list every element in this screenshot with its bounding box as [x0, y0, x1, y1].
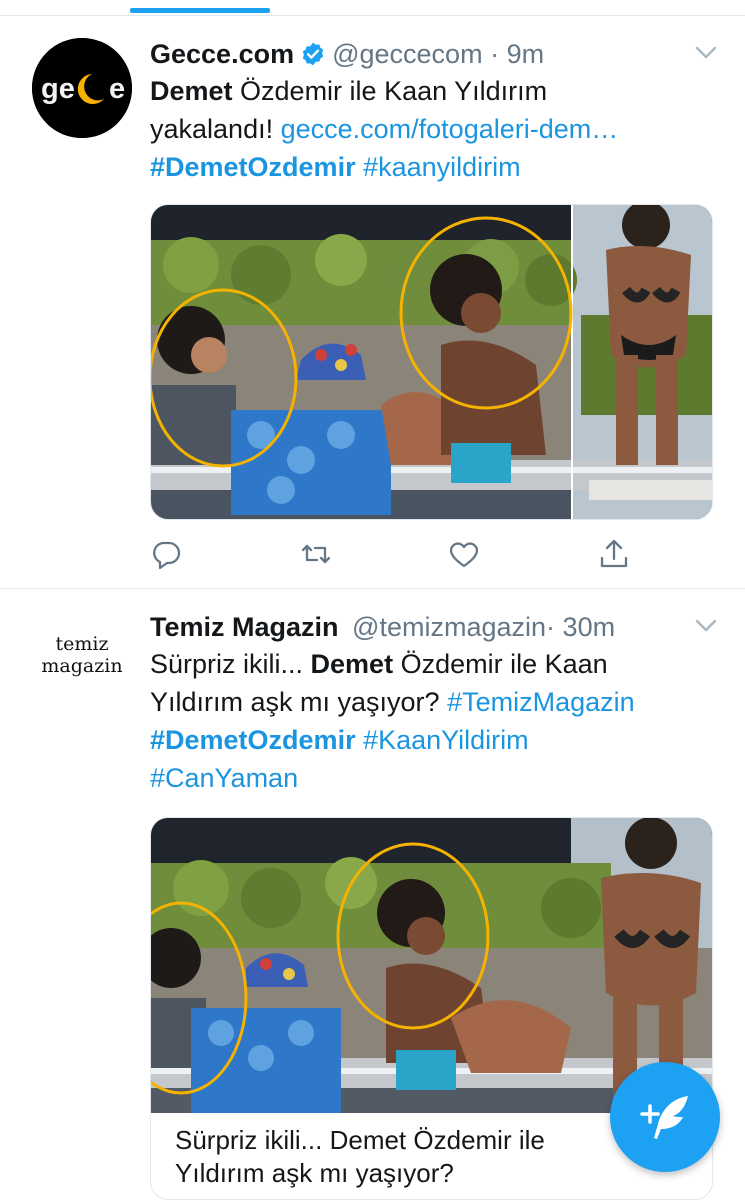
- handle[interactable]: @temizmagazin: [352, 612, 546, 642]
- gecce-logo-icon: ge e: [32, 38, 132, 138]
- text-segment: Özdemir ile Kaan: [393, 649, 608, 679]
- timeline: ge e Gecce.com @geccecom · 9m Demet Özdem…: [0, 0, 745, 1200]
- hashtag-link[interactable]: #kaanyildirim: [356, 152, 521, 182]
- url-link[interactable]: gecce.com/fotogaleri-dem…: [281, 114, 619, 144]
- tweet-text: Sürpriz ikili... Demet Özdemir ile Kaan …: [150, 645, 725, 797]
- text-segment: Sürpriz ikili...: [150, 649, 311, 679]
- svg-text:e: e: [109, 73, 125, 105]
- tweet-text-line: #CanYaman: [150, 759, 725, 797]
- mention-text: Demet: [150, 76, 233, 106]
- hashtag-link[interactable]: #DemetOzdemir: [150, 152, 356, 182]
- tweet-text-line: #DemetOzdemir #kaanyildirim: [150, 148, 725, 186]
- temiz-magazin-logo: temiz magazin: [32, 633, 132, 677]
- tweet-text-line: Yıldırım aşk mı yaşıyor? #TemizMagazin: [150, 683, 725, 721]
- chevron-down-icon[interactable]: [695, 619, 717, 633]
- handle[interactable]: @geccecom: [332, 39, 482, 69]
- mention-text: Demet: [310, 649, 394, 679]
- text-segment: yakalandı!: [150, 114, 281, 144]
- hashtag-link[interactable]: #TemizMagazin: [447, 687, 635, 717]
- avatar[interactable]: ge e: [32, 38, 132, 138]
- like-icon[interactable]: [448, 538, 480, 570]
- tweet-actions: [150, 538, 650, 570]
- tweet-header: Gecce.com @geccecom · 9m: [150, 36, 725, 72]
- retweet-icon[interactable]: [300, 538, 332, 570]
- verified-badge-icon: [302, 42, 324, 66]
- text-segment: Yıldırım aşk mı yaşıyor?: [150, 687, 448, 717]
- chevron-down-icon[interactable]: [695, 46, 717, 60]
- timestamp[interactable]: 9m: [507, 39, 545, 69]
- tweet-text: Demet Özdemir ile Kaan Yıldırım yakaland…: [150, 72, 725, 186]
- active-tab-indicator: [130, 8, 270, 13]
- tweet-header: Temiz Magazin @temizmagazin· 30m: [150, 609, 725, 645]
- hashtag-link[interactable]: #KaanYildirim: [356, 725, 529, 755]
- svg-text:ge: ge: [41, 73, 75, 105]
- separator-dot: ·: [546, 612, 556, 642]
- photo-image: [151, 205, 712, 519]
- display-name[interactable]: Temiz Magazin: [150, 612, 339, 642]
- logo-text: temiz: [55, 633, 109, 655]
- tweet-text-line: Demet Özdemir ile Kaan Yıldırım: [150, 72, 725, 110]
- tweet-photo[interactable]: [150, 204, 713, 520]
- tweet-text-line: yakalandı! gecce.com/fotogaleri-dem…: [150, 110, 725, 148]
- separator-dot: ·: [490, 39, 500, 69]
- share-icon[interactable]: [598, 538, 630, 570]
- hashtag-link[interactable]: #DemetOzdemir: [150, 725, 356, 755]
- compose-tweet-icon: [640, 1096, 688, 1139]
- hashtag-link[interactable]: #CanYaman: [150, 763, 298, 793]
- text-segment: Özdemir ile Kaan Yıldırım: [232, 76, 548, 106]
- tweet-text-line: #DemetOzdemir #KaanYildirim: [150, 721, 725, 759]
- reply-icon[interactable]: [150, 538, 182, 570]
- compose-tweet-button[interactable]: [610, 1062, 720, 1172]
- display-name[interactable]: Gecce.com: [150, 39, 294, 69]
- tweet[interactable]: ge e Gecce.com @geccecom · 9m Demet Özdem…: [0, 16, 745, 588]
- timestamp[interactable]: 30m: [563, 612, 616, 642]
- logo-text: magazin: [41, 655, 123, 677]
- tweet-text-line: Sürpriz ikili... Demet Özdemir ile Kaan: [150, 645, 725, 683]
- avatar[interactable]: temiz magazin: [32, 615, 132, 715]
